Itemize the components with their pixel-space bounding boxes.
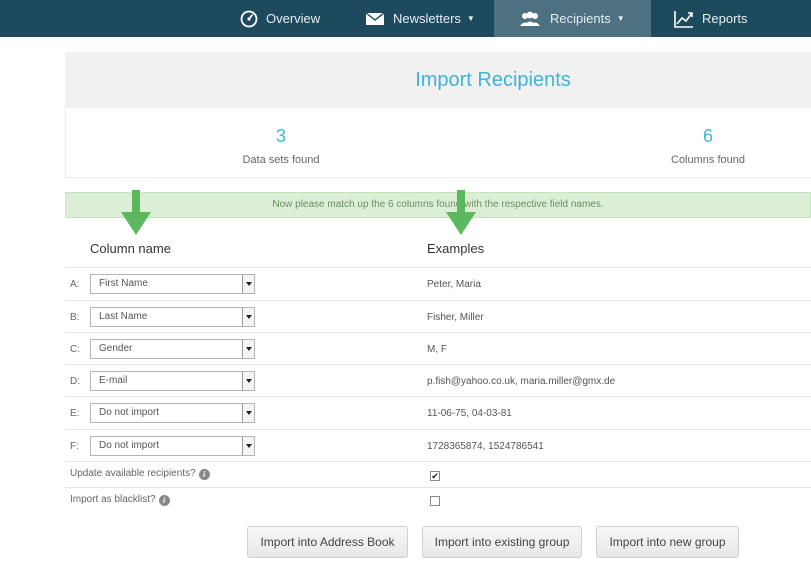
chart-icon [674, 10, 694, 28]
example-value: 11-06-75, 04-03-81 [427, 408, 512, 419]
blacklist-option: Import as blacklist? i [70, 494, 170, 506]
info-icon[interactable]: i [158, 495, 170, 506]
arrow-down-icon [446, 190, 476, 235]
row-letter: B: [70, 312, 80, 323]
divider [65, 300, 811, 301]
nav-recipients[interactable]: Recipients ▼ [494, 0, 651, 37]
envelope-icon [365, 11, 385, 26]
divider [65, 487, 811, 488]
field-select[interactable]: Do not import [90, 403, 255, 423]
blacklist-label: Import as blacklist? [70, 494, 156, 505]
nav-newsletters-label: Newsletters [393, 11, 461, 26]
example-value: Peter, Maria [427, 279, 481, 290]
field-select[interactable]: Do not import [90, 436, 255, 456]
top-navigation: Overview Newsletters ▼ Recipients ▼ Repo… [0, 0, 811, 37]
nav-reports[interactable]: Reports [674, 0, 748, 37]
nav-newsletters[interactable]: Newsletters ▼ [365, 0, 475, 37]
page-header: Import Recipients [65, 52, 811, 108]
field-select[interactable]: Gender [90, 339, 255, 359]
field-select[interactable]: E-mail [90, 371, 255, 391]
example-value: 1728365874, 1524786541 [427, 441, 544, 452]
example-value: M, F [427, 344, 447, 355]
import-address-book-button[interactable]: Import into Address Book [247, 526, 408, 558]
field-select-value: Last Name [99, 311, 148, 322]
import-new-group-button[interactable]: Import into new group [596, 526, 739, 558]
divider [65, 364, 811, 365]
columns-count: 6 [702, 126, 713, 146]
import-stats: 3 Data sets found 6 Columns found [65, 108, 811, 178]
field-select-value: Do not import [99, 407, 160, 418]
divider [65, 429, 811, 430]
update-recipients-option: Update available recipients? i [70, 468, 210, 480]
column-name-header: Column name [90, 241, 171, 256]
nav-overview-label: Overview [266, 11, 321, 26]
import-existing-group-button[interactable]: Import into existing group [422, 526, 582, 558]
info-icon[interactable]: i [198, 469, 210, 480]
field-select[interactable]: First Name [90, 274, 255, 294]
row-letter: C: [70, 344, 80, 355]
nav-reports-label: Reports [702, 11, 748, 26]
divider [65, 396, 811, 397]
row-letter: E: [70, 408, 80, 419]
chevron-down-icon: ▼ [466, 14, 475, 23]
update-recipients-checkbox[interactable]: ✔ [430, 471, 440, 481]
update-recipients-label: Update available recipients? [70, 468, 196, 479]
datasets-count: 3 [275, 126, 286, 146]
dropdown-arrow-icon[interactable] [242, 308, 254, 326]
datasets-label: Data sets found [242, 154, 320, 166]
dropdown-arrow-icon[interactable] [242, 404, 254, 422]
field-select-value: Gender [99, 343, 133, 354]
dropdown-arrow-icon[interactable] [242, 275, 254, 293]
examples-header: Examples [427, 241, 485, 256]
field-select-value: Do not import [99, 440, 160, 451]
chevron-down-icon: ▼ [616, 14, 625, 23]
users-icon [518, 11, 542, 27]
row-letter: F: [70, 441, 79, 452]
match-columns-alert: Now please match up the 6 columns found … [65, 192, 811, 218]
nav-recipients-label: Recipients [550, 11, 611, 26]
columns-label: Columns found [671, 154, 745, 166]
dropdown-arrow-icon[interactable] [242, 372, 254, 390]
example-value: p.fish@yahoo.co.uk, maria.miller@gmx.de [427, 376, 616, 387]
dropdown-arrow-icon[interactable] [242, 340, 254, 358]
speedometer-icon [240, 10, 258, 28]
field-select[interactable]: Last Name [90, 307, 255, 327]
divider [65, 267, 811, 268]
divider [65, 461, 811, 462]
dropdown-arrow-icon[interactable] [242, 437, 254, 455]
nav-overview[interactable]: Overview [240, 0, 320, 37]
example-value: Fisher, Miller [427, 312, 484, 323]
blacklist-checkbox[interactable] [430, 496, 440, 506]
arrow-down-icon [121, 190, 151, 235]
page-title: Import Recipients [415, 69, 571, 91]
field-select-value: E-mail [99, 375, 128, 386]
field-select-value: First Name [99, 278, 148, 289]
divider [65, 332, 811, 333]
row-letter: D: [70, 376, 80, 387]
row-letter: A: [70, 279, 80, 290]
